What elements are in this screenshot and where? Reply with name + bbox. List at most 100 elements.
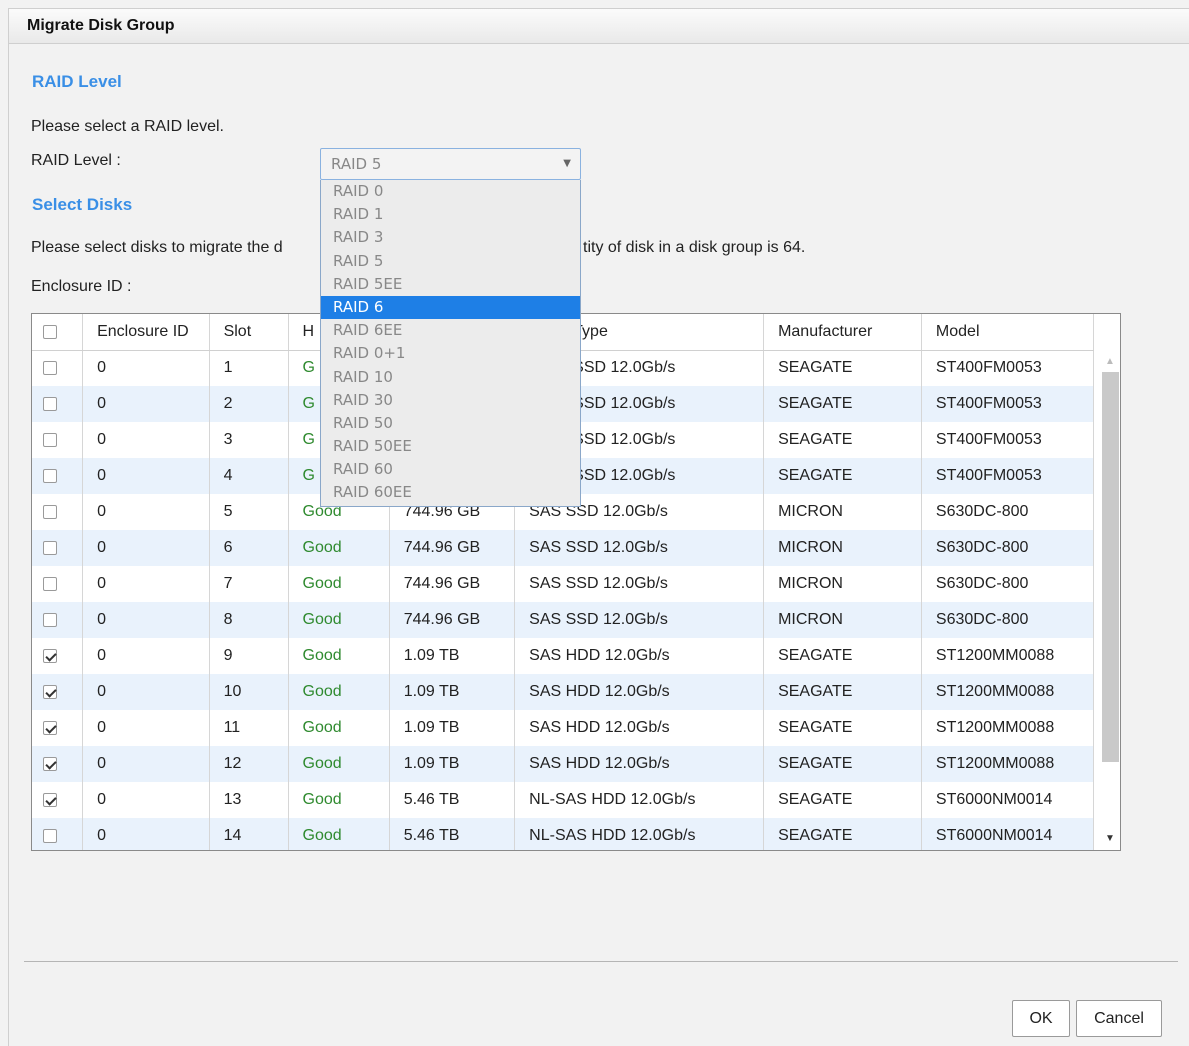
cell-enclosure-id: 0: [82, 602, 210, 638]
cell-slot: 7: [209, 566, 289, 602]
cancel-button[interactable]: Cancel: [1076, 1000, 1162, 1037]
cell-type: NL-SAS HDD 12.0Gb/s: [514, 818, 765, 850]
column-header-enclosure-id[interactable]: Enclosure ID: [82, 314, 210, 351]
ok-button[interactable]: OK: [1012, 1000, 1070, 1037]
cell-type: SAS HDD 12.0Gb/s: [514, 674, 765, 710]
row-checkbox[interactable]: [43, 612, 57, 627]
table-row[interactable]: 0 14 Good 5.46 TB NL-SAS HDD 12.0Gb/s SEAGATE…: [32, 818, 1095, 850]
dialog-title: Migrate Disk Group: [9, 9, 1189, 44]
cell-slot: 10: [209, 674, 289, 710]
row-checkbox[interactable]: [43, 540, 57, 555]
select-disks-heading: Select Disks: [32, 195, 133, 214]
cell-manufacturer: SEAGATE: [763, 818, 922, 850]
table-row[interactable]: 0 8 Good 744.96 GB SAS SSD 12.0Gb/s MICRON S63…: [32, 602, 1095, 638]
cell-model: ST6000NM0014: [921, 818, 1095, 850]
row-checkbox[interactable]: [43, 468, 57, 483]
table-row[interactable]: 0 11 Good 1.09 TB SAS HDD 12.0Gb/s SEAGATE ST1…: [32, 710, 1095, 746]
raid-option[interactable]: RAID 1: [321, 203, 580, 226]
cell-enclosure-id: 0: [82, 818, 210, 850]
cell-size: 1.09 TB: [389, 746, 516, 782]
cell-model: ST400FM0053: [921, 386, 1095, 422]
column-header-model[interactable]: Model: [921, 314, 1095, 351]
scroll-up-arrow-icon[interactable]: ▲: [1105, 356, 1115, 367]
cell-type: SAS HDD 12.0Gb/s: [514, 638, 765, 674]
cell-health: Good: [288, 674, 390, 710]
select-all-header: [32, 314, 84, 351]
cell-manufacturer: MICRON: [763, 602, 922, 638]
row-checkbox[interactable]: [43, 432, 57, 447]
raid-option[interactable]: RAID 3: [321, 226, 580, 249]
table-row[interactable]: 0 13 Good 5.46 TB NL-SAS HDD 12.0Gb/s SEAGATE…: [32, 782, 1095, 818]
cell-slot: 6: [209, 530, 289, 566]
scroll-down-arrow-icon[interactable]: ▼: [1105, 833, 1115, 844]
raid-option[interactable]: RAID 5EE: [321, 273, 580, 296]
select-all-checkbox[interactable]: [43, 324, 57, 339]
raid-option[interactable]: RAID 5: [321, 250, 580, 273]
migrate-disk-group-dialog: Migrate Disk Group RAID Level Please sel…: [8, 8, 1189, 1046]
raid-option[interactable]: RAID 6: [321, 295, 580, 320]
cell-health: Good: [288, 566, 390, 602]
cell-model: S630DC-800: [921, 566, 1095, 602]
cell-model: ST1200MM0088: [921, 710, 1095, 746]
raid-option[interactable]: RAID 30: [321, 389, 580, 412]
raid-option[interactable]: RAID 60EE: [321, 481, 580, 504]
row-checkbox[interactable]: [43, 396, 57, 411]
table-row[interactable]: 0 10 Good 1.09 TB SAS HDD 12.0Gb/s SEAGATE ST1…: [32, 674, 1095, 710]
cell-type: SAS HDD 12.0Gb/s: [514, 746, 765, 782]
cell-model: ST400FM0053: [921, 350, 1095, 386]
raid-option[interactable]: RAID 50EE: [321, 435, 580, 458]
row-checkbox[interactable]: [43, 828, 57, 843]
raid-option[interactable]: RAID 0: [321, 180, 580, 203]
row-checkbox-cell: [32, 782, 84, 818]
column-header-slot[interactable]: Slot: [209, 314, 289, 351]
row-checkbox[interactable]: [43, 361, 57, 376]
row-checkbox[interactable]: [43, 504, 57, 519]
scroll-thumb[interactable]: [1102, 372, 1119, 762]
cell-slot: 2: [209, 386, 289, 422]
cell-slot: 11: [209, 710, 289, 746]
row-checkbox[interactable]: [43, 756, 57, 771]
row-checkbox-cell: [32, 494, 84, 530]
row-checkbox[interactable]: [43, 720, 57, 735]
cell-manufacturer: SEAGATE: [763, 782, 922, 818]
cell-enclosure-id: 0: [82, 530, 210, 566]
table-row[interactable]: 0 7 Good 744.96 GB SAS SSD 12.0Gb/s MICRON S63…: [32, 566, 1095, 602]
raid-option[interactable]: RAID 60: [321, 458, 580, 481]
column-header-manufacturer[interactable]: Manufacturer: [763, 314, 922, 351]
disks-instruction-right: tity of disk in a disk group is 64.: [583, 239, 806, 256]
raid-level-heading: RAID Level: [32, 72, 122, 91]
row-checkbox[interactable]: [43, 576, 57, 591]
cell-manufacturer: SEAGATE: [763, 674, 922, 710]
raid-option[interactable]: RAID 6EE: [321, 319, 580, 342]
table-row[interactable]: 0 6 Good 744.96 GB SAS SSD 12.0Gb/s MICRON S63…: [32, 530, 1095, 566]
cell-model: ST400FM0053: [921, 422, 1095, 458]
cell-health: Good: [288, 638, 390, 674]
row-checkbox[interactable]: [43, 792, 57, 807]
raid-option[interactable]: RAID 50: [321, 412, 580, 435]
table-row[interactable]: 0 9 Good 1.09 TB SAS HDD 12.0Gb/s SEAGATE ST12…: [32, 638, 1095, 674]
cell-enclosure-id: 0: [82, 710, 210, 746]
cell-enclosure-id: 0: [82, 674, 210, 710]
cell-enclosure-id: 0: [82, 494, 210, 530]
raid-option[interactable]: RAID 10: [321, 366, 580, 389]
row-checkbox-cell: [32, 458, 84, 494]
cell-model: ST6000NM0014: [921, 782, 1095, 818]
disks-instruction-left: Please select disks to migrate the d: [31, 239, 283, 256]
row-checkbox[interactable]: [43, 684, 57, 699]
table-row[interactable]: 0 12 Good 1.09 TB SAS HDD 12.0Gb/s SEAGATE ST1…: [32, 746, 1095, 782]
cell-manufacturer: SEAGATE: [763, 350, 922, 386]
cell-slot: 5: [209, 494, 289, 530]
row-checkbox[interactable]: [43, 648, 57, 663]
cell-slot: 14: [209, 818, 289, 850]
cell-health: Good: [288, 710, 390, 746]
cell-size: 1.09 TB: [389, 638, 516, 674]
cell-health: Good: [288, 746, 390, 782]
row-checkbox-cell: [32, 746, 84, 782]
cell-type: NL-SAS HDD 12.0Gb/s: [514, 782, 765, 818]
raid-option[interactable]: RAID 0+1: [321, 342, 580, 365]
raid-level-select[interactable]: RAID 5 ▼: [320, 148, 581, 180]
raid-level-dropdown-list[interactable]: RAID 0 RAID 1 RAID 3 RAID 5 RAID 5EE RAID 6 RA…: [320, 180, 581, 507]
row-checkbox-cell: [32, 674, 84, 710]
row-checkbox-cell: [32, 530, 84, 566]
table-scrollbar[interactable]: ▲ ▼: [1100, 350, 1120, 850]
